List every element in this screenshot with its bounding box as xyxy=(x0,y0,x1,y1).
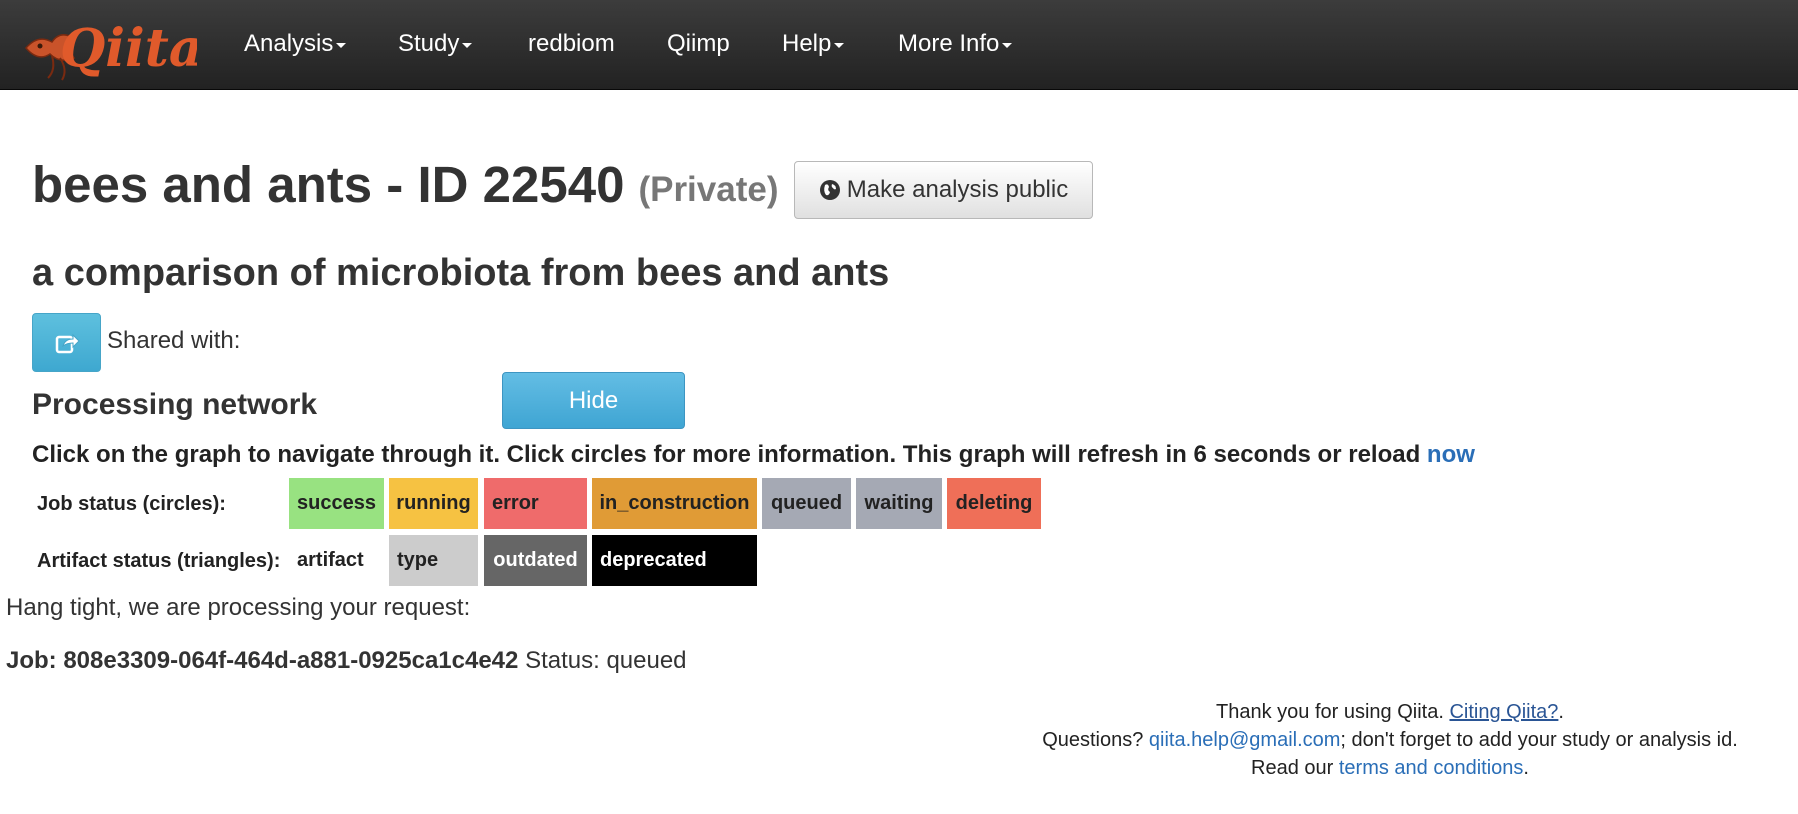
share-button[interactable] xyxy=(32,313,101,372)
nav-study-label: Study xyxy=(398,30,460,57)
nav-more-info-label: More Info xyxy=(898,30,1000,57)
terms-link[interactable]: terms and conditions xyxy=(1339,757,1524,779)
job-status-legend-label: Job status (circles): xyxy=(37,493,226,515)
job-status-line: Job: 808e3309-064f-464d-a881-0925ca1c4e4… xyxy=(6,647,687,675)
status-badge-running: running xyxy=(389,478,478,529)
footer-email-suffix: ; don't forget to add your study or anal… xyxy=(1340,729,1738,751)
artifact-badge-outdated: outdated xyxy=(484,535,587,586)
reload-now-link[interactable]: now xyxy=(1427,441,1475,468)
job-status: Status: queued xyxy=(525,647,687,674)
top-navbar: Qiita Analysis Study redbiom Qiimp Help … xyxy=(0,0,1798,90)
status-badge-deleting: deleting xyxy=(947,478,1041,529)
nav-qiimp-label: Qiimp xyxy=(667,30,730,57)
nav-help[interactable]: Help xyxy=(782,0,845,88)
nav-study[interactable]: Study xyxy=(398,0,473,88)
nav-qiimp[interactable]: Qiimp xyxy=(667,0,730,88)
chevron-down-icon xyxy=(336,42,347,48)
help-email-link[interactable]: qiita.help@gmail.com xyxy=(1149,729,1341,751)
status-badge-waiting: waiting xyxy=(856,478,942,529)
nav-redbiom-label: redbiom xyxy=(528,30,615,57)
status-badge-in-construction: in_construction xyxy=(592,478,757,529)
nav-redbiom[interactable]: redbiom xyxy=(528,0,615,88)
hide-button[interactable]: Hide xyxy=(502,372,685,429)
processing-network-heading: Processing network xyxy=(32,388,318,421)
visibility-label: (Private) xyxy=(638,169,779,209)
make-public-label: Make analysis public xyxy=(846,176,1069,203)
artifact-badge-deprecated: deprecated xyxy=(592,535,757,586)
artifact-badge-type: type xyxy=(389,535,478,586)
footer-read-our-text: Read our xyxy=(1251,757,1334,779)
nav-more-info[interactable]: More Info xyxy=(898,0,1013,88)
analysis-description: a comparison of microbiota from bees and… xyxy=(32,252,890,294)
analysis-title-row: bees and ants - ID 22540 (Private) xyxy=(32,155,779,214)
nav-help-label: Help xyxy=(782,30,832,57)
footer-line-terms: Read our terms and conditions. xyxy=(1020,754,1760,782)
processing-message: Hang tight, we are processing your reque… xyxy=(6,594,471,621)
graph-instructions-text: Click on the graph to navigate through i… xyxy=(32,441,1421,468)
footer-period: . xyxy=(1523,757,1529,779)
shared-with-label: Shared with: xyxy=(107,327,241,354)
footer-period: . xyxy=(1558,701,1564,723)
chevron-down-icon xyxy=(834,42,845,48)
status-badge-queued: queued xyxy=(762,478,851,529)
share-icon xyxy=(55,333,80,353)
job-id: Job: 808e3309-064f-464d-a881-0925ca1c4e4… xyxy=(6,647,519,674)
chevron-down-icon xyxy=(462,42,473,48)
footer-line-questions: Questions? qiita.help@gmail.com; don't f… xyxy=(1020,726,1760,754)
page-title: bees and ants - ID 22540 xyxy=(32,156,625,213)
footer-line-thanks: Thank you for using Qiita. Citing Qiita?… xyxy=(1020,698,1760,726)
nav-analysis[interactable]: Analysis xyxy=(244,0,347,88)
artifact-badge-artifact: artifact xyxy=(289,535,384,586)
qiita-logo[interactable]: Qiita xyxy=(22,8,203,84)
footer-thanks-text: Thank you for using Qiita. xyxy=(1216,701,1444,723)
globe-icon xyxy=(819,180,840,200)
page-footer: Thank you for using Qiita. Citing Qiita?… xyxy=(1020,698,1760,782)
nav-analysis-label: Analysis xyxy=(244,30,334,57)
status-badge-error: error xyxy=(484,478,587,529)
footer-questions-text: Questions? xyxy=(1042,729,1144,751)
artifact-status-legend-label: Artifact status (triangles): xyxy=(37,550,281,572)
graph-instructions: Click on the graph to navigate through i… xyxy=(32,441,1475,469)
brand-wordmark: Qiita xyxy=(60,18,197,79)
make-public-button[interactable]: Make analysis public xyxy=(794,161,1093,219)
citing-qiita-link[interactable]: Citing Qiita? xyxy=(1449,701,1558,723)
chevron-down-icon xyxy=(1002,42,1013,48)
status-badge-success: success xyxy=(289,478,384,529)
